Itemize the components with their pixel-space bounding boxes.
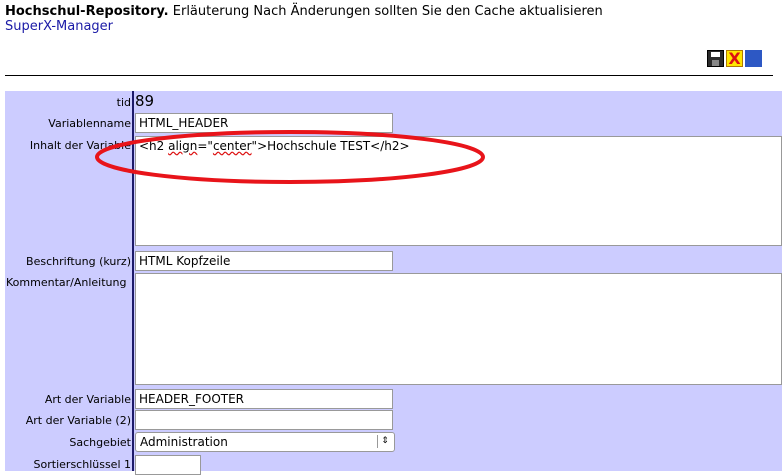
annotation-ellipse <box>95 130 485 184</box>
